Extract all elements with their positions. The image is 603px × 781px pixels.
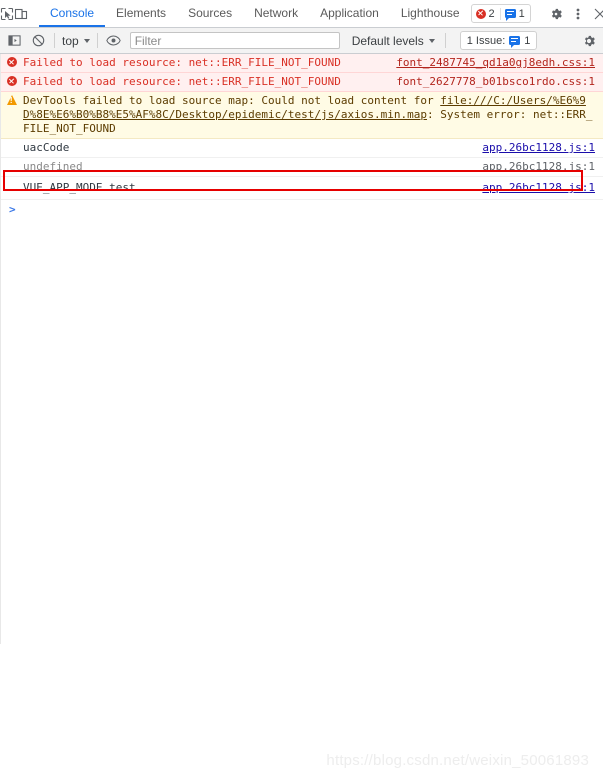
warning-text-before: DevTools failed to load source map: Coul… — [23, 94, 441, 107]
tab-elements-label: Elements — [116, 5, 167, 20]
message-counter[interactable]: 1 — [499, 7, 530, 21]
console-row-text-1: Failed to load resource: net::ERR_FILE_N… — [23, 56, 341, 69]
console-row-error-1[interactable]: Failed to load resource: net::ERR_FILE_N… — [1, 54, 603, 73]
row-icon-slot-6 — [1, 181, 23, 182]
console-row-warning[interactable]: DevTools failed to load source map: Coul… — [1, 92, 603, 139]
tab-console[interactable]: Console — [39, 0, 106, 27]
tab-lighthouse[interactable]: Lighthouse — [390, 0, 471, 27]
console-row-source-6[interactable]: app.26bc1128.js:1 — [482, 181, 603, 195]
error-circle-icon — [475, 8, 486, 19]
tab-sources-label: Sources — [188, 5, 233, 20]
tab-network-label: Network — [254, 5, 299, 20]
kebab-menu-icon[interactable] — [567, 0, 589, 27]
message-counter-value: 1 — [518, 7, 525, 20]
panel-tabs: Console Elements Sources Network Applica… — [39, 0, 471, 27]
log-levels-value: Default levels — [351, 33, 424, 48]
issues-badge[interactable]: 1 Issue: 1 — [459, 31, 538, 50]
console-row-source-4[interactable]: app.26bc1128.js:1 — [482, 141, 603, 155]
console-row-undefined[interactable]: undefined app.26bc1128.js:1 — [1, 158, 603, 177]
issues-label: 1 Issue: — [466, 34, 506, 47]
toolbar-divider-4 — [96, 33, 98, 48]
console-message-list[interactable]: Failed to load resource: net::ERR_FILE_N… — [0, 54, 603, 644]
row-icon-slot-4 — [1, 141, 23, 142]
issues-count: 1 — [524, 34, 531, 47]
row-icon-slot-5 — [1, 160, 23, 161]
console-row-text-2: Failed to load resource: net::ERR_FILE_N… — [23, 75, 341, 88]
console-row-vue-app-mode[interactable]: VUE_APP_MODE test app.26bc1128.js:1 — [1, 177, 603, 200]
toolbar-divider-3 — [54, 33, 55, 48]
error-circle-icon-1 — [7, 57, 17, 67]
toolbar-divider-5 — [444, 33, 446, 48]
toolbar-right — [577, 29, 601, 53]
console-row-text-3: DevTools failed to load source map: Coul… — [23, 94, 603, 136]
gear-icon[interactable] — [545, 0, 567, 27]
devtools-tabbar: Console Elements Sources Network Applica… — [0, 0, 603, 28]
console-toolbar: top Default levels 1 Issue: 1 — [0, 28, 603, 54]
tab-application[interactable]: Application — [309, 0, 390, 27]
log-levels-select[interactable]: Default levels — [352, 34, 435, 48]
prompt-chevron-icon: > — [9, 203, 16, 216]
row-icon-slot-1 — [1, 56, 23, 67]
tab-application-label: Application — [320, 5, 379, 20]
inspect-cursor-icon[interactable] — [0, 0, 14, 27]
live-expression-icon[interactable] — [102, 29, 126, 53]
console-row-text-4: uacCode — [23, 141, 70, 154]
error-circle-icon-2 — [7, 76, 17, 86]
tabbar-right-actions: 2 1 — [470, 0, 603, 27]
tab-console-label: Console — [50, 5, 95, 20]
warning-triangle-icon — [7, 95, 17, 105]
row-icon-slot-2 — [1, 75, 23, 86]
execution-context-value: top — [62, 33, 79, 48]
device-toolbar-icon[interactable] — [14, 0, 28, 27]
filter-input[interactable] — [129, 32, 340, 49]
chevron-down-icon-levels — [428, 38, 435, 43]
console-row-uaccode[interactable]: uacCode app.26bc1128.js:1 — [1, 139, 603, 158]
counters-group: 2 1 — [470, 4, 531, 23]
chevron-down-icon — [83, 38, 90, 43]
tab-sources[interactable]: Sources — [177, 0, 243, 27]
console-sidebar-icon[interactable] — [2, 29, 26, 53]
tab-network[interactable]: Network — [243, 0, 309, 27]
execution-context-select[interactable]: top — [59, 31, 93, 50]
clear-console-icon[interactable] — [26, 29, 50, 53]
console-row-text-5: undefined — [23, 160, 83, 173]
error-counter[interactable]: 2 — [472, 8, 500, 20]
console-row-text-6: VUE_APP_MODE test — [23, 181, 136, 194]
console-row-source-2[interactable]: font_2627778_b01bsco1rdo.css:1 — [396, 75, 603, 89]
error-counter-value: 2 — [488, 7, 495, 20]
console-prompt[interactable]: > — [1, 200, 603, 219]
tab-elements[interactable]: Elements — [105, 0, 177, 27]
close-icon[interactable] — [589, 0, 603, 27]
message-bubble-icon — [504, 9, 516, 21]
tab-lighthouse-label: Lighthouse — [400, 5, 460, 20]
watermark: https://blog.csdn.net/weixin_50061893 — [326, 752, 589, 769]
console-row-source-5[interactable]: app.26bc1128.js:1 — [482, 160, 603, 174]
row-icon-slot-3 — [1, 94, 23, 105]
console-settings-icon[interactable] — [577, 29, 601, 53]
console-row-source-1[interactable]: font_2487745_qd1a0gj8edh.css:1 — [396, 56, 603, 70]
console-row-error-2[interactable]: Failed to load resource: net::ERR_FILE_N… — [1, 73, 603, 92]
issues-message-icon — [509, 36, 521, 48]
